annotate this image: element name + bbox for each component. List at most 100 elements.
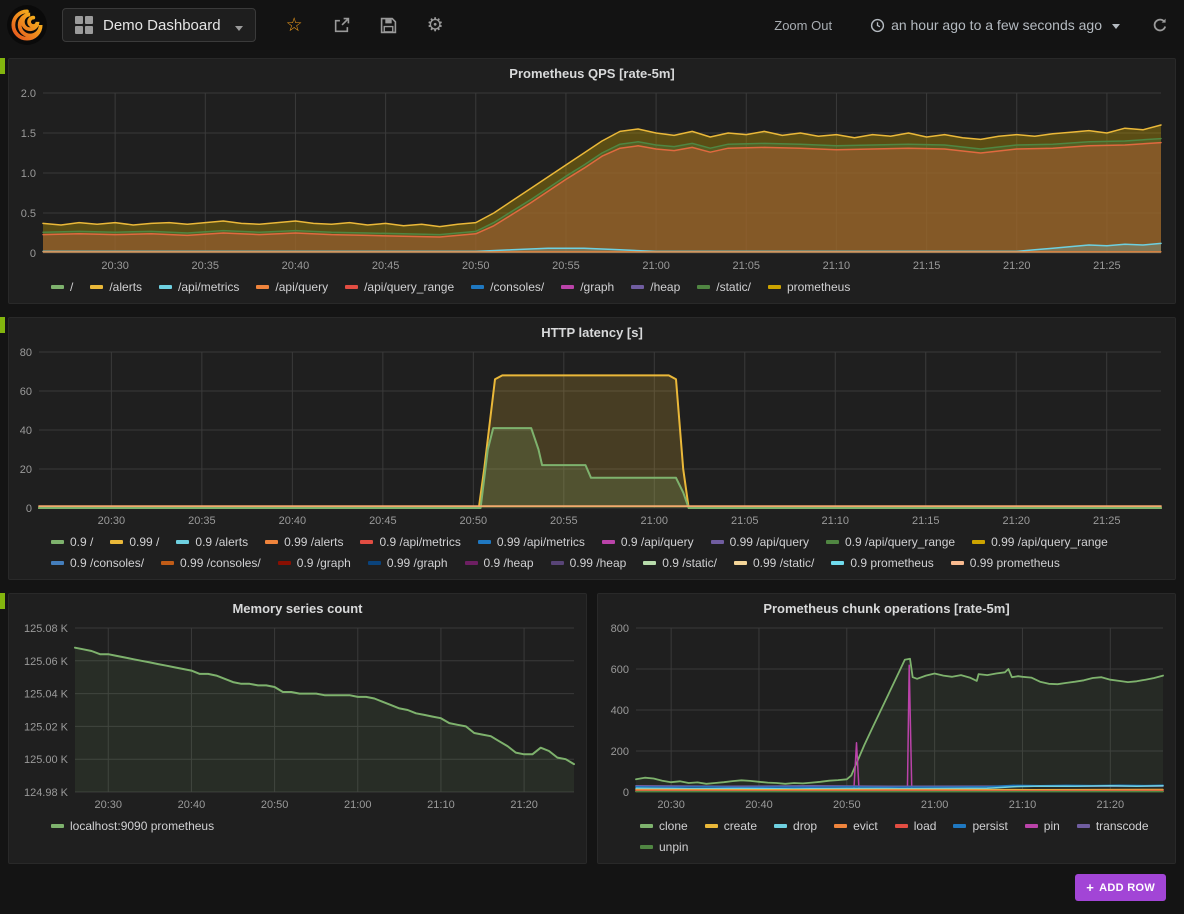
legend-item[interactable]: /alerts — [90, 280, 142, 294]
legend-item[interactable]: /graph — [561, 280, 614, 294]
panel-title[interactable]: Prometheus QPS [rate-5m] — [9, 59, 1175, 83]
legend-item[interactable]: 0.9 /static/ — [643, 556, 717, 570]
chunk-ops-graph-canvas[interactable]: 20:3020:4020:5021:0021:1021:200200400600… — [598, 618, 1175, 814]
legend-item[interactable]: unpin — [640, 840, 688, 854]
series-color-icon — [471, 285, 484, 289]
legend-item[interactable]: 0.9 /heap — [465, 556, 534, 570]
series-color-icon — [345, 285, 358, 289]
legend-label: /static/ — [716, 280, 751, 294]
svg-text:20:50: 20:50 — [261, 799, 289, 811]
add-row-button[interactable]: + ADD ROW — [1075, 874, 1166, 901]
series-color-icon — [161, 561, 174, 565]
series-color-icon — [51, 540, 64, 544]
legend-item[interactable]: 0.99 /heap — [551, 556, 627, 570]
legend-item[interactable]: 0.9 /consoles/ — [51, 556, 144, 570]
legend-label: unpin — [659, 840, 688, 854]
legend-item[interactable]: 0.99 prometheus — [951, 556, 1060, 570]
svg-text:21:10: 21:10 — [427, 799, 455, 811]
add-row-bar: + ADD ROW — [0, 864, 1184, 901]
legend-item[interactable]: clone — [640, 819, 688, 833]
legend-item[interactable]: 0.99 / — [110, 535, 159, 549]
svg-text:0: 0 — [30, 248, 36, 260]
legend-label: 0.9 /graph — [297, 556, 351, 570]
legend-item[interactable]: 0.9 /alerts — [176, 535, 248, 549]
svg-text:21:20: 21:20 — [1003, 260, 1031, 272]
legend-item[interactable]: /api/metrics — [159, 280, 239, 294]
legend-item[interactable]: pin — [1025, 819, 1060, 833]
legend-item[interactable]: 0.9 / — [51, 535, 93, 549]
svg-text:125.02 K: 125.02 K — [24, 721, 69, 733]
series-color-icon — [640, 824, 653, 828]
svg-text:60: 60 — [20, 386, 32, 398]
legend-item[interactable]: persist — [953, 819, 1007, 833]
legend-item[interactable]: prometheus — [768, 280, 850, 294]
legend-item[interactable]: /static/ — [697, 280, 751, 294]
legend-item[interactable]: 0.9 /graph — [278, 556, 351, 570]
series-color-icon — [831, 561, 844, 565]
legend-item[interactable]: 0.99 /alerts — [265, 535, 343, 549]
legend-label: 0.9 prometheus — [850, 556, 933, 570]
memory-series-chart[interactable]: 20:3020:4020:5021:0021:1021:20124.98 K12… — [9, 618, 586, 814]
refresh-button[interactable] — [1152, 17, 1168, 33]
latency-graph-canvas[interactable]: 20:3020:3520:4020:4520:5020:5521:0021:05… — [9, 342, 1175, 530]
legend-item[interactable]: /api/query_range — [345, 280, 454, 294]
series-color-icon — [953, 824, 966, 828]
legend-label: localhost:9090 prometheus — [70, 819, 214, 833]
legend-item[interactable]: 0.99 /api/query_range — [972, 535, 1108, 549]
legend-item[interactable]: /api/query — [256, 280, 328, 294]
legend-item[interactable]: localhost:9090 prometheus — [51, 819, 214, 833]
legend-item[interactable]: 0.9 /api/metrics — [360, 535, 460, 549]
row-collapse-handle[interactable] — [0, 593, 5, 609]
qps-graph-canvas[interactable]: 20:3020:3520:4020:4520:5020:5521:0021:05… — [9, 83, 1175, 275]
svg-text:20:30: 20:30 — [98, 515, 126, 527]
legend-item[interactable]: 0.9 /api/query — [602, 535, 694, 549]
legend-item[interactable]: 0.9 prometheus — [831, 556, 933, 570]
settings-button[interactable]: ⚙ — [427, 16, 444, 35]
legend-item[interactable]: 0.99 /consoles/ — [161, 556, 261, 570]
panel-title[interactable]: HTTP latency [s] — [9, 318, 1175, 342]
legend-item[interactable]: 0.99 /static/ — [734, 556, 814, 570]
series-color-icon — [711, 540, 724, 544]
memory-graph-canvas[interactable]: 20:3020:4020:5021:0021:1021:20124.98 K12… — [9, 618, 586, 814]
series-color-icon — [368, 561, 381, 565]
svg-text:124.98 K: 124.98 K — [24, 787, 69, 799]
legend-label: 0.99 / — [129, 535, 159, 549]
legend-item[interactable]: 0.99 /api/query — [711, 535, 809, 549]
legend-item[interactable]: / — [51, 280, 73, 294]
http-latency-chart[interactable]: 20:3020:3520:4020:4520:5020:5521:0021:05… — [9, 342, 1175, 530]
row-collapse-handle[interactable] — [0, 58, 5, 74]
legend-label: 0.9 / — [70, 535, 93, 549]
prometheus-qps-chart[interactable]: 20:3020:3520:4020:4520:5020:5521:0021:05… — [9, 83, 1175, 275]
share-button[interactable] — [333, 17, 350, 34]
save-button[interactable] — [380, 17, 397, 34]
time-range-picker[interactable]: an hour ago to a few seconds ago — [864, 16, 1126, 34]
dashboard-selector[interactable]: Demo Dashboard — [62, 8, 256, 42]
legend-item[interactable]: 0.99 /graph — [368, 556, 448, 570]
series-color-icon — [895, 824, 908, 828]
chunk-operations-chart[interactable]: 20:3020:4020:5021:0021:1021:200200400600… — [598, 618, 1175, 814]
svg-text:21:10: 21:10 — [1009, 799, 1037, 811]
legend-item[interactable]: /consoles/ — [471, 280, 544, 294]
legend-label: /graph — [580, 280, 614, 294]
chevron-down-icon — [235, 26, 243, 31]
zoom-out-button[interactable]: Zoom Out — [768, 17, 838, 34]
panel-title[interactable]: Prometheus chunk operations [rate-5m] — [598, 594, 1175, 618]
svg-text:1.0: 1.0 — [21, 168, 36, 180]
legend-item[interactable]: load — [895, 819, 937, 833]
legend-label: pin — [1044, 819, 1060, 833]
legend-item[interactable]: create — [705, 819, 757, 833]
svg-text:20:45: 20:45 — [372, 260, 400, 272]
legend-item[interactable]: 0.99 /api/metrics — [478, 535, 585, 549]
panel-title[interactable]: Memory series count — [9, 594, 586, 618]
legend-item[interactable]: drop — [774, 819, 817, 833]
star-button[interactable]: ☆ — [286, 16, 303, 35]
legend-label: create — [724, 819, 757, 833]
legend-item[interactable]: 0.9 /api/query_range — [826, 535, 955, 549]
legend-label: /api/query_range — [364, 280, 454, 294]
legend-item[interactable]: evict — [834, 819, 878, 833]
legend-item[interactable]: /heap — [631, 280, 680, 294]
legend-item[interactable]: transcode — [1077, 819, 1149, 833]
row-collapse-handle[interactable] — [0, 317, 5, 333]
series-color-icon — [478, 540, 491, 544]
grafana-logo[interactable] — [6, 4, 48, 46]
